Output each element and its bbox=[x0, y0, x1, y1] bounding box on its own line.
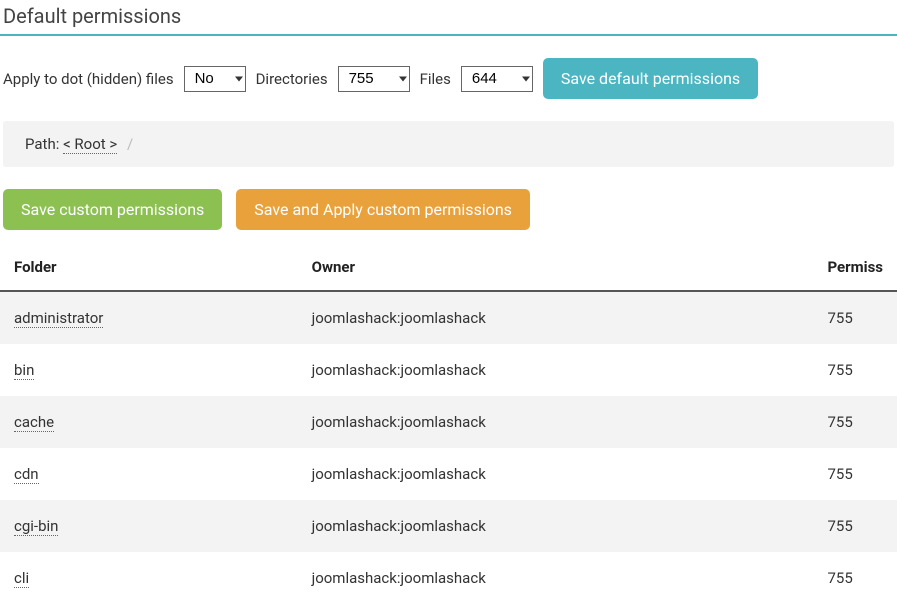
save-custom-permissions-button[interactable]: Save custom permissions bbox=[3, 189, 222, 230]
dotfiles-select-wrap: No bbox=[184, 66, 246, 92]
default-permissions-controls: Apply to dot (hidden) files No Directori… bbox=[0, 58, 897, 121]
dotfiles-select[interactable]: No bbox=[184, 66, 246, 92]
folder-link[interactable]: cli bbox=[14, 569, 29, 588]
folder-link[interactable]: cache bbox=[14, 413, 54, 432]
col-header-permissions: Permiss bbox=[813, 248, 897, 291]
directories-select-wrap: 755 bbox=[338, 66, 410, 92]
custom-permissions-actions: Save custom permissions Save and Apply c… bbox=[0, 189, 897, 248]
table-row: bin joomlashack:joomlashack 755 bbox=[0, 344, 897, 396]
save-apply-custom-permissions-button[interactable]: Save and Apply custom permissions bbox=[236, 189, 530, 230]
path-label: Path: bbox=[25, 135, 59, 153]
files-select-wrap: 644 bbox=[461, 66, 533, 92]
owner-cell: joomlashack:joomlashack bbox=[298, 396, 814, 448]
dotfiles-label: Apply to dot (hidden) files bbox=[3, 70, 174, 88]
owner-cell: joomlashack:joomlashack bbox=[298, 291, 814, 344]
table-row: cli joomlashack:joomlashack 755 bbox=[0, 552, 897, 604]
breadcrumb-root-link[interactable]: < Root > bbox=[63, 135, 117, 154]
perm-cell: 755 bbox=[813, 552, 897, 604]
breadcrumb-separator: / bbox=[127, 135, 133, 153]
directories-label: Directories bbox=[256, 70, 328, 88]
owner-cell: joomlashack:joomlashack bbox=[298, 344, 814, 396]
folder-link[interactable]: bin bbox=[14, 361, 34, 380]
files-label: Files bbox=[420, 70, 451, 88]
perm-cell: 755 bbox=[813, 291, 897, 344]
folder-link[interactable]: cgi-bin bbox=[14, 517, 58, 536]
table-row: cgi-bin joomlashack:joomlashack 755 bbox=[0, 500, 897, 552]
table-row: cache joomlashack:joomlashack 755 bbox=[0, 396, 897, 448]
perm-cell: 755 bbox=[813, 344, 897, 396]
perm-cell: 755 bbox=[813, 448, 897, 500]
files-select[interactable]: 644 bbox=[461, 66, 533, 92]
col-header-folder: Folder bbox=[0, 248, 298, 291]
owner-cell: joomlashack:joomlashack bbox=[298, 448, 814, 500]
directories-select[interactable]: 755 bbox=[338, 66, 410, 92]
permissions-table: Folder Owner Permiss administrator jooml… bbox=[0, 248, 897, 604]
perm-cell: 755 bbox=[813, 500, 897, 552]
owner-cell: joomlashack:joomlashack bbox=[298, 500, 814, 552]
save-default-permissions-button[interactable]: Save default permissions bbox=[543, 58, 758, 99]
table-row: cdn joomlashack:joomlashack 755 bbox=[0, 448, 897, 500]
page-title: Default permissions bbox=[0, 0, 897, 36]
owner-cell: joomlashack:joomlashack bbox=[298, 552, 814, 604]
folder-link[interactable]: cdn bbox=[14, 465, 39, 484]
table-row: administrator joomlashack:joomlashack 75… bbox=[0, 291, 897, 344]
perm-cell: 755 bbox=[813, 396, 897, 448]
col-header-owner: Owner bbox=[298, 248, 814, 291]
folder-link[interactable]: administrator bbox=[14, 309, 103, 328]
breadcrumb: Path: < Root > / bbox=[3, 121, 894, 167]
